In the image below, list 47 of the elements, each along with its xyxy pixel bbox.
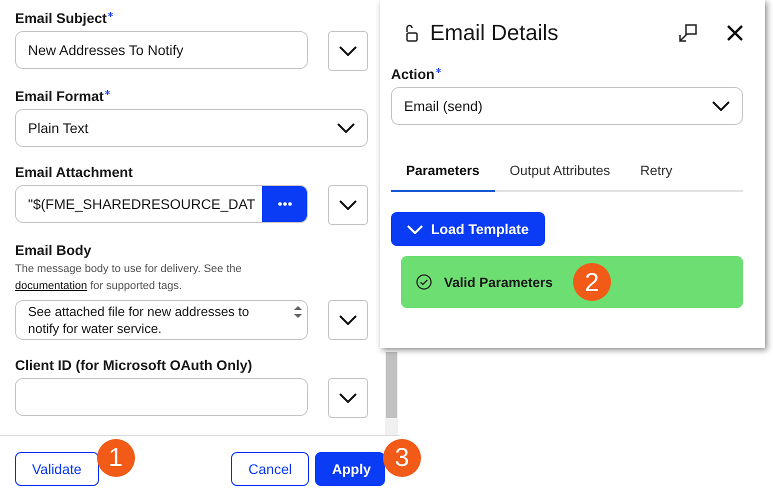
load-template-button[interactable]: Load Template (391, 212, 545, 246)
dropdown-button[interactable] (328, 378, 368, 418)
chevron-down-icon (339, 46, 357, 56)
required-icon (436, 68, 441, 73)
footer-button[interactable]: Cancel (231, 452, 309, 486)
footer-button[interactable]: Validate (15, 452, 99, 486)
apply-button[interactable]: Apply (315, 452, 385, 486)
more-icon (278, 202, 292, 206)
scroll-arrows-icon (293, 305, 303, 319)
tab[interactable]: Output Attributes (494, 163, 626, 192)
help-text: The message body to use for delivery. See the documentation for supported tags. (15, 262, 243, 294)
check-circle-icon (416, 274, 432, 290)
field-label: Action (391, 66, 435, 82)
body-textarea[interactable]: See attached file for new addresses to notify for water service. (15, 300, 308, 340)
documentation-link[interactable]: documentation (15, 280, 88, 292)
text-field[interactable]: New Addresses To Notify (15, 31, 308, 69)
dropdown-button[interactable] (328, 300, 368, 340)
scrollbar[interactable] (385, 352, 398, 435)
chevron-down-icon (407, 224, 423, 234)
callout-badge: 1 (96, 438, 135, 476)
close-icon[interactable] (727, 25, 743, 41)
chevron-down-icon (339, 200, 357, 210)
callout-badge: 2 (572, 263, 611, 301)
text-field[interactable] (15, 378, 308, 416)
required-icon (104, 90, 110, 95)
dropdown-button[interactable] (328, 185, 368, 225)
chevron-down-icon (712, 101, 730, 111)
dropdown-button[interactable] (328, 31, 368, 71)
expand-icon[interactable] (679, 24, 697, 42)
chevron-down-icon (339, 315, 357, 325)
status-text: Valid Parameters (444, 274, 553, 290)
callout-badge: 3 (383, 438, 421, 476)
field-label: Email Body (15, 242, 92, 258)
chevron-down-icon (337, 123, 355, 133)
field-label: Email Format (15, 88, 104, 104)
panel-title: Email Details (430, 20, 560, 46)
field-label: Email Subject (15, 10, 107, 26)
select-field[interactable]: Plain Text (15, 109, 368, 147)
action-select[interactable]: Email (send) (391, 87, 743, 125)
tab[interactable]: Retry (625, 163, 688, 192)
chevron-down-icon (339, 393, 357, 403)
required-icon (108, 12, 113, 17)
field-label: Email Attachment (15, 164, 133, 180)
tab[interactable]: Parameters (391, 163, 495, 192)
field-label: Client ID (for Microsoft OAuth Only) (15, 357, 252, 373)
unlock-icon (404, 24, 418, 42)
browse-button[interactable] (262, 186, 307, 222)
